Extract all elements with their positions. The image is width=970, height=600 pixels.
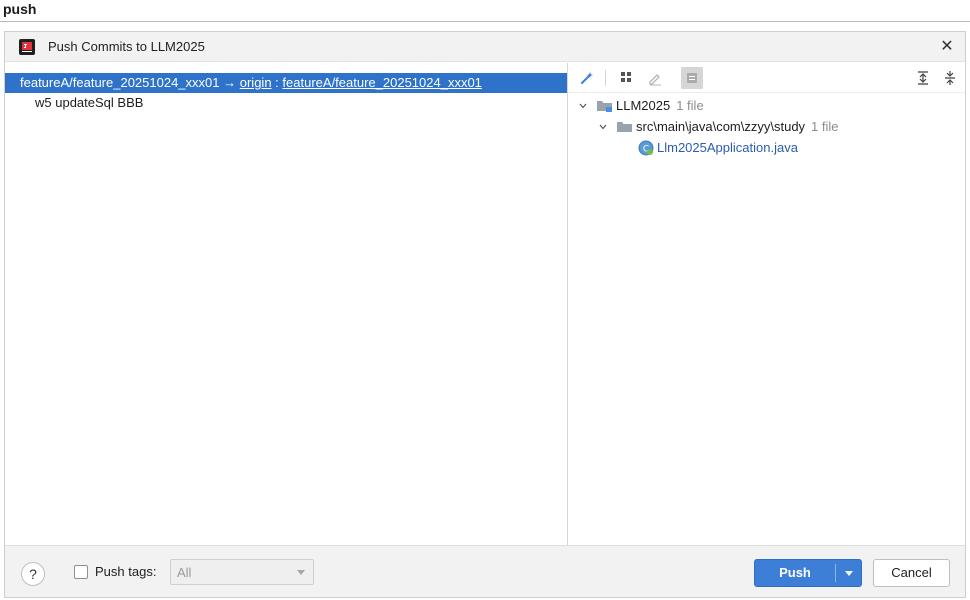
changes-pane: LLM2025 1 file src\main\java\com\zzyy\st…	[568, 63, 965, 545]
java-class-icon: C	[638, 140, 654, 156]
branch-separator: :	[275, 75, 279, 90]
toolbar-separator	[605, 70, 606, 86]
tags-select-value: All	[177, 565, 192, 580]
push-tags-label: Push tags:	[95, 564, 157, 579]
chevron-down-icon[interactable]	[576, 96, 590, 116]
tree-node-file[interactable]: C Llm2025Application.java	[638, 138, 798, 158]
push-commits-dialog: Push Commits to LLM2025 ✕ featureA/featu…	[4, 31, 966, 598]
dialog-footer: ? Push tags: All Push Cancel	[5, 545, 965, 597]
tags-select[interactable]: All	[170, 559, 314, 585]
tree-folder-label: src\main\java\com\zzyy\study	[636, 119, 806, 134]
group-by-icon[interactable]	[616, 67, 638, 89]
local-branch-label: featureA/feature_20251024_xxx01	[20, 75, 220, 90]
push-button-label: Push	[779, 565, 811, 580]
chevron-down-icon	[297, 570, 305, 575]
caption-text: push	[3, 1, 37, 17]
cancel-button[interactable]: Cancel	[873, 559, 950, 587]
commit-item[interactable]: w5 updateSql BBB	[35, 94, 143, 112]
folder-icon	[616, 119, 634, 135]
push-tags-checkbox[interactable]	[74, 565, 88, 579]
caption-bar: push	[0, 0, 970, 22]
push-options-dropdown[interactable]	[836, 560, 862, 586]
collapse-all-icon[interactable]	[939, 67, 961, 89]
remote-name-link[interactable]: origin	[240, 75, 272, 90]
close-icon[interactable]: ✕	[937, 37, 957, 57]
tree-node-root[interactable]: LLM2025 1 file	[576, 96, 704, 116]
tree-file-label: Llm2025Application.java	[657, 140, 798, 155]
magic-wand-icon[interactable]	[576, 67, 598, 89]
tree-root-label: LLM2025	[616, 98, 671, 113]
arrow-right-icon: →	[223, 75, 237, 90]
edit-icon[interactable]	[644, 67, 666, 89]
tree-root-count: 1 file	[676, 98, 704, 113]
chevron-down-icon[interactable]	[596, 117, 610, 137]
screen: push Push Commits to LLM2025 ✕ featureA/…	[0, 0, 970, 600]
dialog-title-bar: Push Commits to LLM2025 ✕	[5, 32, 965, 62]
remote-branch-link[interactable]: featureA/feature_20251024_xxx01	[282, 75, 482, 90]
push-button[interactable]: Push	[754, 559, 862, 587]
tree-node-folder[interactable]: src\main\java\com\zzyy\study 1 file	[596, 117, 839, 137]
module-folder-icon	[596, 98, 614, 114]
changes-toolbar	[568, 63, 965, 93]
intellij-app-icon	[19, 39, 35, 55]
tree-folder-count: 1 file	[811, 119, 839, 134]
branch-row[interactable]: featureA/feature_20251024_xxx01 → origin…	[5, 73, 567, 93]
commits-pane: featureA/feature_20251024_xxx01 → origin…	[5, 63, 567, 545]
dialog-title: Push Commits to LLM2025	[48, 39, 205, 54]
chevron-down-icon	[845, 571, 853, 576]
show-diff-icon[interactable]	[681, 67, 703, 89]
expand-all-icon[interactable]	[912, 67, 934, 89]
help-button[interactable]: ?	[21, 562, 45, 586]
